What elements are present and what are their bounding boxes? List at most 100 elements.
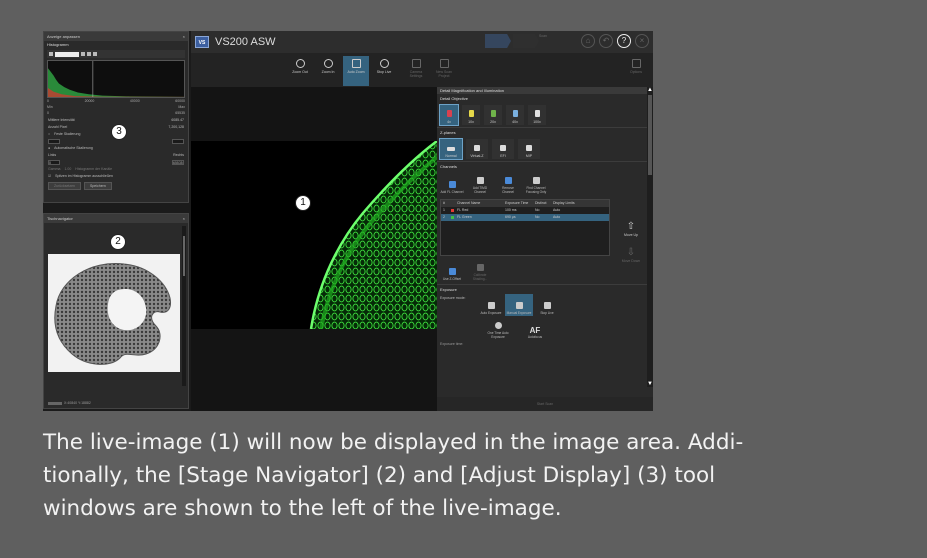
column-header: Exposure Time [505,201,529,205]
auto-exposure-button[interactable]: Auto Exposure [477,294,505,316]
add-timd-channel-button[interactable]: Add TIMD Channel [468,173,492,195]
zoom-in-button[interactable]: Zoom In [315,56,341,86]
camera-settings-button[interactable]: Camera Settings [403,56,429,86]
back-icon[interactable]: ↶ [599,34,613,48]
new-scan-project-button[interactable]: New Scan Project [431,56,457,86]
add-channel-icon [448,181,456,188]
navigator-scrollbar[interactable] [182,226,186,386]
caption-text: The live-image (1) will now be displayed… [43,426,903,525]
right-limit-field[interactable]: 65535 [172,160,184,165]
remove-channel-button[interactable]: Remove Channel [496,173,520,195]
auto-exposure-icon [487,302,495,309]
row-number: 1 [443,208,445,212]
display-limits: Auto [553,215,561,219]
workflow-step-active[interactable] [485,34,511,48]
manual-exposure-button[interactable]: Manual Exposure [505,294,533,316]
histogram-plot[interactable] [47,60,185,98]
tissue-overview [54,263,171,365]
checkbox[interactable]: ☑ [48,174,51,179]
scroll-up-icon[interactable]: ▲ [647,87,653,93]
zoom-out-button[interactable]: Zoom Out [287,56,313,86]
exclude-peaks-label: Spitzen im Histogramm ausschließen [55,174,113,178]
table-row[interactable]: 2 FL Green 690 µs No Auto [441,214,609,221]
live-image[interactable] [191,141,437,329]
channel-select[interactable] [55,51,79,57]
z-option-label: EFI [500,154,506,158]
channel-name: FL Red [457,208,469,212]
z-efi[interactable]: EFI [492,139,514,159]
column-header: Display Limits [553,201,575,205]
gamma-row: Gamma 1.00 Histogramm der Kanäle [48,167,184,172]
scan-step-label[interactable]: Scan [531,34,555,52]
stage-overview-image[interactable] [48,254,180,372]
objective-icon [512,110,518,117]
title-bar: VS VS200 ASW Scan ⌂ ↶ ? × [191,31,653,53]
add-fl-channel-button[interactable]: Add FL Channel [440,173,464,195]
stage-position-status: X:40840 Y:18882 [48,401,91,405]
scroll-down-icon[interactable]: ▼ [647,381,653,387]
axis-tick: 60000 [175,99,185,103]
auto-scaling-option[interactable]: ● Automatische Skalierung [48,146,184,151]
stage-navigator-title-bar[interactable]: Tischnavigator × [44,214,188,223]
calibrate-shading-button[interactable]: Calibrate Shading... [468,260,492,282]
camera-icon [379,59,389,68]
button-label: Manual Exposure [506,311,532,315]
home-icon[interactable]: ⌂ [581,34,595,48]
save-button[interactable]: Speichern [84,182,112,190]
auto-zoom-button[interactable]: Auto Zoom [343,56,369,86]
zoom-icon[interactable] [81,52,85,56]
move-down-button[interactable]: ⇩ Move Down [619,246,643,272]
main-toolbar: Zoom Out Zoom In Auto Zoom Stop Live Cam… [191,53,653,87]
reset-icon[interactable] [93,52,97,56]
close-icon[interactable]: × [183,214,185,223]
channel-color-icon[interactable] [49,52,53,56]
one-time-auto-exposure-button[interactable]: One Time Auto Exposure [483,316,513,340]
exposure-row: Exposure mode: Auto Exposure Manual Expo… [437,294,653,316]
button-label: Calibrate Shading... [472,273,488,281]
table-empty-area [441,221,609,255]
gamma-label: Gamma [48,167,61,171]
limits-fields: 0 65535 [48,160,184,165]
close-icon[interactable]: × [183,32,185,41]
radio-button[interactable]: ○ [48,132,50,137]
panel-scrollbar[interactable]: ▲ ▼ [647,87,653,387]
focus-icon [532,177,540,184]
options-button[interactable]: Options [623,56,649,86]
panel-header[interactable]: Detail Magnification and Illumination [437,87,653,94]
find-channel-button[interactable]: Find Channel Focusing Only [524,173,548,195]
manual-exposure-icon [515,302,523,309]
autofocus-button[interactable]: AF Autofocus [521,316,549,340]
z-normal[interactable]: Normal [439,138,463,160]
move-up-button[interactable]: ⇧ Move Up [619,220,643,246]
z-virtual[interactable]: Virtual-Z [466,139,488,159]
camera-settings-icon [411,59,421,68]
right-field[interactable] [172,139,184,144]
objective-10x[interactable]: 10x [462,105,480,125]
stop-live-button[interactable]: Stop Live [371,56,397,86]
callout-3: 3 [111,124,127,140]
left-field[interactable] [48,139,60,144]
timer-icon [494,322,502,329]
scroll-thumb[interactable] [648,95,652,175]
exclude-peaks-option[interactable]: ☑ Spitzen im Histogramm ausschließen [48,174,184,179]
stop-live-panel-button[interactable]: Stop Live [533,294,561,316]
objective-40x[interactable]: 40x [506,105,524,125]
objective-4x[interactable]: 4x [439,104,459,126]
left-limit-field[interactable]: 0 [48,160,60,165]
objective-label: 100x [533,120,541,124]
use-z-offset-button[interactable]: Use Z-Offset [440,260,464,282]
log-scale-icon[interactable] [87,52,91,56]
help-icon[interactable]: ? [617,34,631,48]
table-row[interactable]: 1 FL Red 100 ms No Auto [441,207,609,214]
reset-button[interactable]: Zurücksetzen [48,182,82,190]
objective-label: 40x [512,120,518,124]
objective-20x[interactable]: 20x [484,105,502,125]
adjust-display-title-bar[interactable]: Anzeige anpassen × [44,32,188,41]
image-area[interactable] [191,87,437,411]
start-scan-button[interactable]: Start Scan [437,397,653,411]
z-mip[interactable]: MIP [518,139,540,159]
objective-label: 10x [468,120,474,124]
radio-button-checked[interactable]: ● [48,146,50,151]
close-icon[interactable]: × [635,34,649,48]
objective-100x[interactable]: 100x [528,105,546,125]
